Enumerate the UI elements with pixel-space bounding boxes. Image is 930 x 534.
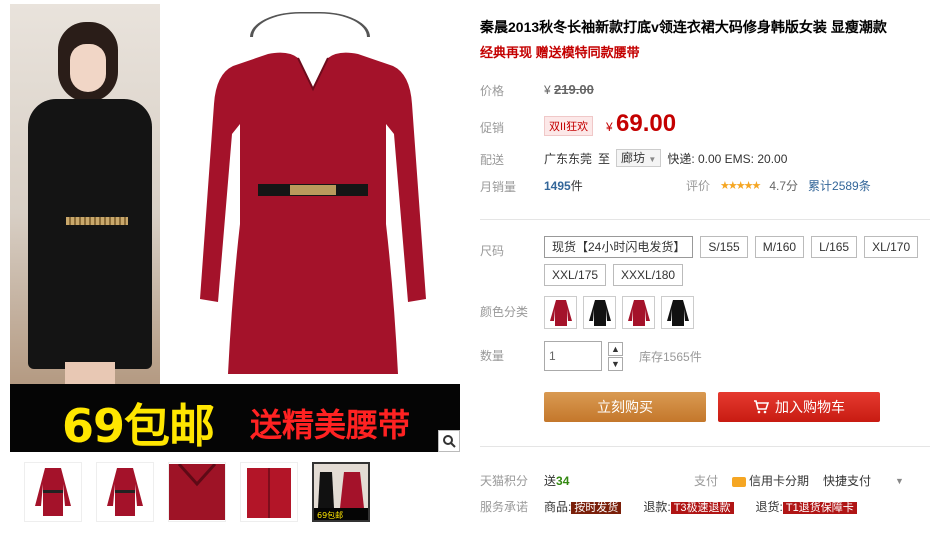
- product-title: 秦晨2013秋冬长袖新款打底v领连衣裙大码修身韩版女装 显瘦潮款: [480, 19, 887, 35]
- product-gallery: 69包邮 送精美腰带: [10, 4, 460, 452]
- thumbnail-4[interactable]: [240, 462, 298, 522]
- color-swatch-red-2[interactable]: [622, 296, 655, 329]
- increase-button[interactable]: ▲: [608, 341, 623, 356]
- promise-tag-2: T3极速退款: [670, 502, 734, 514]
- decrease-button[interactable]: ▼: [608, 356, 623, 371]
- monthly-sales: 1495件: [544, 177, 583, 194]
- thumbnail-2[interactable]: [96, 462, 154, 522]
- size-option-s[interactable]: S/155: [700, 236, 748, 258]
- zoom-icon[interactable]: [438, 430, 460, 452]
- quantity-row: 1 ▲ ▼ 库存1565件: [544, 341, 702, 371]
- size-options: 现货【24小时闪电发货】 S/155 M/160 L/165 XL/170 XX…: [544, 236, 924, 286]
- ship-to-word: 至: [598, 151, 611, 166]
- quantity-stepper: ▲ ▼: [608, 341, 623, 371]
- buy-now-button[interactable]: 立刻购买: [544, 392, 706, 422]
- shipping-row: 广东东莞 至 廊坊 ▼ 快递: 0.00 EMS: 20.00: [544, 149, 787, 167]
- points-label: 天猫积分: [480, 474, 529, 488]
- promise-prefix-1: 商品:: [544, 500, 572, 514]
- shipping-fees: 快递: 0.00 EMS: 20.00: [667, 151, 788, 166]
- current-price-value: 69.00: [616, 110, 677, 137]
- size-option-instock[interactable]: 现货【24小时闪电发货】: [544, 236, 694, 258]
- size-option-m[interactable]: M/160: [754, 236, 805, 258]
- points-value: 送34: [544, 472, 569, 489]
- current-price-currency: ¥: [606, 120, 613, 134]
- stock-count: 库存1565件: [639, 349, 702, 364]
- payment-label: 支付: [694, 474, 719, 488]
- size-option-xxl[interactable]: XXL/175: [544, 264, 607, 286]
- payment-row: 支付 信用卡分期 快捷支付 ▼: [694, 472, 904, 489]
- star-rating-icon: ★★★★★: [720, 180, 761, 192]
- sales-unit: 件: [570, 179, 583, 193]
- color-label: 颜色分类: [480, 305, 529, 319]
- quantity-input[interactable]: 1: [544, 341, 602, 371]
- promise-tag-3: T1退货保障卡: [782, 502, 857, 514]
- promise-label: 服务承诺: [480, 500, 529, 514]
- promise-tag-1: 按时发货: [571, 502, 622, 514]
- color-swatch-black-2[interactable]: [661, 296, 694, 329]
- sales-count: 1495: [544, 179, 571, 193]
- size-option-xl[interactable]: XL/170: [864, 236, 919, 258]
- model-legs: [65, 362, 115, 384]
- destination-select[interactable]: 廊坊 ▼: [616, 149, 662, 167]
- model-belt: [66, 217, 128, 225]
- quantity-label: 数量: [480, 349, 505, 363]
- color-swatch-black-1[interactable]: [583, 296, 616, 329]
- destination-value: 廊坊: [621, 151, 646, 165]
- rating-score: 4.7分: [769, 179, 799, 193]
- model-black-dress: [28, 99, 152, 369]
- size-label: 尺码: [480, 244, 505, 258]
- promise-prefix-2: 退款:: [643, 500, 671, 514]
- rating-row: 评价 ★★★★★ 4.7分 累计2589条: [686, 177, 871, 194]
- rating-label: 评价: [686, 179, 711, 193]
- quick-pay[interactable]: 快捷支付: [823, 472, 871, 489]
- product-subtitle: 经典再现 赠送模特同款腰带: [480, 45, 640, 60]
- divider: [480, 446, 930, 447]
- current-price: ¥ 69.00: [606, 110, 676, 138]
- color-options: [544, 296, 694, 329]
- credit-card-label: 信用卡分期: [749, 474, 810, 488]
- cart-icon: [754, 400, 769, 414]
- product-info-panel: 秦晨2013秋冬长袖新款打底v领连衣裙大码修身韩版女装 显瘦潮款 经典再现 赠送…: [470, 0, 930, 534]
- promo-price-text: 69包邮: [62, 399, 215, 452]
- model-face: [70, 44, 106, 92]
- monthly-sales-label: 月销量: [480, 180, 517, 194]
- credit-card-icon: [732, 476, 747, 487]
- ship-from: 广东东莞: [544, 151, 593, 166]
- original-price: ¥ 219.00: [544, 82, 594, 97]
- points-number: 34: [556, 474, 570, 488]
- thumbnail-caption: 69包邮: [317, 510, 343, 520]
- points-prefix: 送: [544, 474, 557, 488]
- review-count-link[interactable]: 累计2589条: [808, 177, 871, 194]
- thumbnail-3[interactable]: [168, 462, 226, 522]
- promise-prefix-3: 退货:: [755, 500, 783, 514]
- promise-item-delivery[interactable]: 商品: 按时发货: [544, 498, 622, 515]
- original-price-value: 219.00: [554, 82, 594, 97]
- chevron-down-icon: ▼: [648, 155, 657, 164]
- chevron-down-icon[interactable]: ▼: [895, 476, 904, 486]
- original-price-currency: ¥: [544, 83, 551, 97]
- promo-label: 促销: [480, 121, 505, 135]
- price-label: 价格: [480, 84, 505, 98]
- size-option-l[interactable]: L/165: [811, 236, 858, 258]
- size-option-xxxl[interactable]: XXXL/180: [613, 264, 684, 286]
- thumbnail-strip: 69包邮: [24, 462, 370, 522]
- promo-tag: 双II狂欢: [544, 116, 594, 136]
- thumbnail-5-active[interactable]: 69包邮: [312, 462, 370, 522]
- divider: [480, 219, 930, 220]
- color-swatch-red-1[interactable]: [544, 296, 577, 329]
- add-cart-label: 加入购物车: [775, 399, 845, 415]
- service-promises: 商品: 按时发货 退款: T3极速退款 退货: T1退货保障卡: [544, 498, 857, 515]
- add-to-cart-button[interactable]: 加入购物车: [718, 392, 880, 422]
- shipping-label: 配送: [480, 153, 505, 167]
- credit-card-installment[interactable]: 信用卡分期: [732, 472, 809, 489]
- thumbnail-1[interactable]: [24, 462, 82, 522]
- promo-gift-text: 送精美腰带: [250, 406, 411, 444]
- promise-item-return[interactable]: 退货: T1退货保障卡: [756, 498, 857, 515]
- red-dress-image: [200, 52, 426, 374]
- promise-item-refund[interactable]: 退款: T3极速退款: [643, 498, 734, 515]
- hanger-icon: [250, 12, 370, 37]
